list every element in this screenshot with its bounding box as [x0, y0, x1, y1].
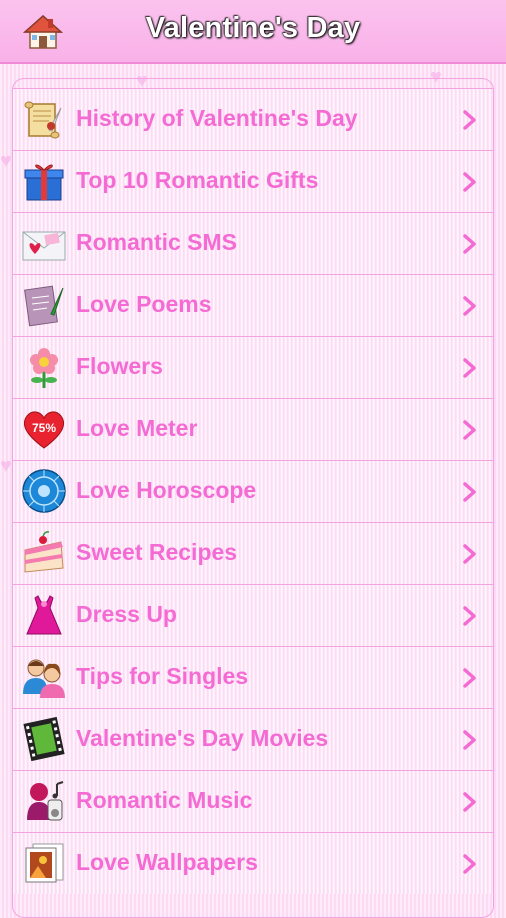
film-reel-icon: [23, 716, 65, 762]
chevron-right-icon: [463, 420, 476, 440]
chevron-right-icon: [463, 606, 476, 626]
chevron-right-icon: [463, 482, 476, 502]
menu-list: History of Valentine's Day Top 10 Romant…: [13, 88, 493, 894]
flower-icon: [30, 348, 58, 388]
chevron-right-icon: [463, 854, 476, 874]
chevron-right-icon: [463, 110, 476, 130]
menu-item-flowers[interactable]: Flowers: [13, 336, 493, 398]
envelope-heart-icon: [22, 231, 66, 261]
love-meter-percent: 75%: [32, 421, 56, 435]
menu-item-wallpapers[interactable]: Love Wallpapers: [13, 832, 493, 894]
menu-item-label: Love Wallpapers: [76, 849, 258, 875]
menu-item-label: Top 10 Romantic Gifts: [76, 167, 319, 193]
chevron-right-icon: [463, 234, 476, 254]
menu-item-horoscope[interactable]: Love Horoscope: [13, 460, 493, 522]
couple-icon: [23, 659, 65, 698]
poem-paper-icon: [24, 285, 64, 327]
menu-item-label: Valentine's Day Movies: [76, 725, 329, 751]
scroll-quill-icon: [24, 101, 62, 139]
chevron-right-icon: [463, 730, 476, 750]
menu-item-music[interactable]: Romantic Music: [13, 770, 493, 832]
heart-percent-icon: 75%: [23, 411, 65, 449]
menu-item-label: Tips for Singles: [76, 663, 249, 689]
menu-item-tips-singles[interactable]: Tips for Singles: [13, 646, 493, 708]
page-title: Valentine's Day: [145, 12, 361, 44]
menu-item-label: History of Valentine's Day: [76, 105, 358, 131]
menu-item-label: Romantic Music: [76, 787, 253, 813]
menu-item-movies[interactable]: Valentine's Day Movies: [13, 708, 493, 770]
chevron-right-icon: [463, 668, 476, 688]
gift-box-icon: [24, 164, 64, 201]
chevron-right-icon: [463, 172, 476, 192]
menu-item-label: Romantic SMS: [76, 229, 238, 255]
menu-item-love-meter[interactable]: 75% Love Meter: [13, 398, 493, 460]
menu-item-label: Love Horoscope: [76, 477, 257, 503]
zodiac-wheel-icon: [22, 469, 66, 513]
menu-item-label: Love Meter: [76, 415, 198, 441]
menu-item-label: Love Poems: [76, 291, 212, 317]
menu-item-poems[interactable]: Love Poems: [13, 274, 493, 336]
menu-item-sms[interactable]: Romantic SMS: [13, 212, 493, 274]
chevron-right-icon: [463, 544, 476, 564]
menu-item-label: Dress Up: [76, 601, 177, 627]
menu-item-label: Flowers: [76, 353, 163, 379]
chevron-right-icon: [463, 358, 476, 378]
app-header: Valentine's Day: [0, 0, 506, 64]
menu-item-history[interactable]: History of Valentine's Day: [13, 88, 493, 150]
cake-slice-icon: [24, 531, 64, 573]
music-player-icon: [27, 781, 64, 821]
menu-item-label: Sweet Recipes: [76, 539, 238, 565]
menu-item-recipes[interactable]: Sweet Recipes: [13, 522, 493, 584]
menu-item-gifts[interactable]: Top 10 Romantic Gifts: [13, 150, 493, 212]
background-heart-icon: ♥: [0, 455, 12, 477]
wallpaper-picture-icon: [25, 843, 64, 883]
chevron-right-icon: [463, 296, 476, 316]
background-heart-icon: ♥: [0, 150, 12, 172]
menu-item-dress-up[interactable]: Dress Up: [13, 584, 493, 646]
dress-icon: [26, 595, 62, 635]
chevron-right-icon: [463, 792, 476, 812]
